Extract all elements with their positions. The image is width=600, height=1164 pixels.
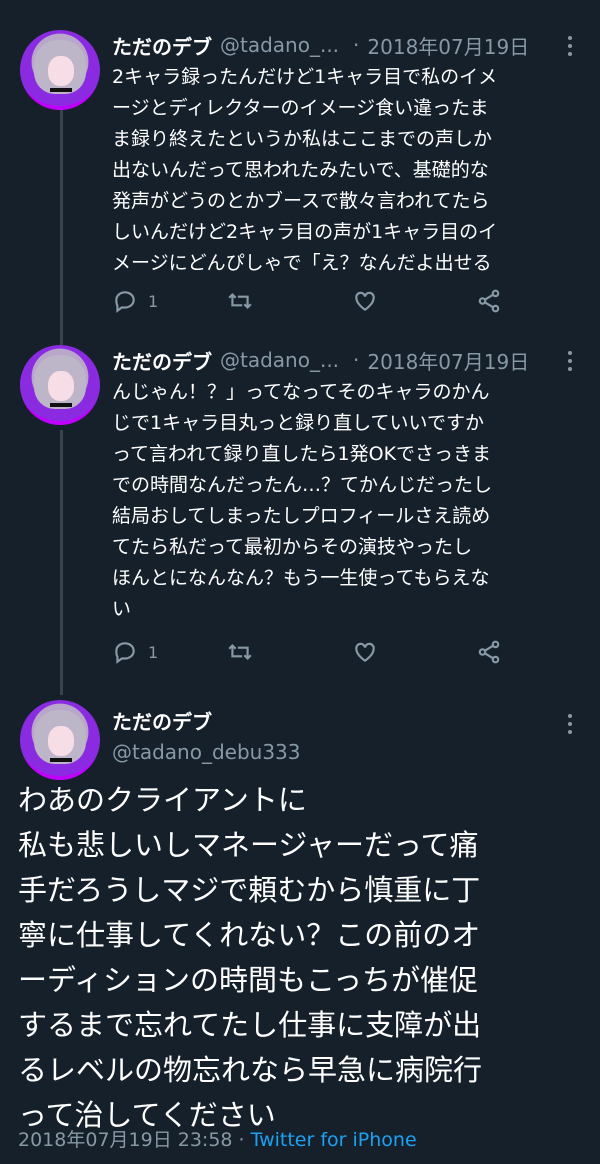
retweet-icon [228,643,252,661]
user-handle[interactable]: @tadano_... [220,33,339,57]
retweet-button[interactable] [227,288,253,314]
reply-icon [115,642,135,664]
user-name[interactable]: ただのデブ [112,346,212,375]
share-icon [478,640,500,664]
share-button[interactable] [476,639,502,665]
user-handle[interactable]: @tadano_... [220,348,339,372]
reply-button[interactable]: 1 [112,288,158,314]
more-icon[interactable] [568,351,574,371]
tweet-date[interactable]: 2018年07月19日 [367,346,529,375]
avatar[interactable] [20,345,100,425]
tweet-timestamp: 2018年07月19日 23:58 · [18,1129,251,1151]
avatar[interactable] [20,700,100,780]
reply-count: 1 [148,291,159,311]
source-link[interactable]: Twitter for iPhone [251,1129,417,1151]
like-button[interactable] [352,639,378,665]
separator-dot: · [353,348,360,372]
tweet-header: ただのデブ @tadano_... · 2018年07月19日 [112,345,582,375]
user-name[interactable]: ただのデブ [112,706,212,735]
main-tweet: ただのデブ @tadano_debu333 わあのクライアントに 私も悲しいしマ… [0,700,600,1164]
more-icon[interactable] [568,714,574,734]
tweet-text: 2キャラ録ったんだけど1キャラ目で私のイメ ージとディレクターのイメージ食い違っ… [112,66,498,274]
reply-button[interactable]: 1 [112,639,158,665]
heart-icon [355,642,375,662]
avatar[interactable] [20,30,100,110]
user-handle[interactable]: @tadano_debu333 [112,740,301,764]
like-button[interactable] [352,288,378,314]
tweet-text: わあのクライアントに 私も悲しいしマネージャーだって痛 手だろうしマジで頼むから… [18,783,483,1132]
tweet[interactable]: ただのデブ @tadano_... · 2018年07月19日 んじゃん！？」っ… [0,345,600,685]
heart-icon [355,291,375,311]
share-icon [478,289,500,313]
retweet-icon [228,292,252,310]
reply-icon [115,291,135,313]
reply-count: 1 [148,642,159,662]
share-button[interactable] [476,288,502,314]
tweet[interactable]: ただのデブ @tadano_... · 2018年07月19日 2キャラ録ったん… [0,30,600,330]
tweet-actions: 1 [112,284,512,318]
tweet-text: んじゃん！？」ってなってそのキャラのかん じで1キャラ目丸っと録り直していいです… [112,381,493,620]
tweet-actions: 1 [112,635,512,669]
separator-dot: · [353,33,360,57]
user-name[interactable]: ただのデブ [112,31,212,60]
retweet-button[interactable] [227,639,253,665]
tweet-header: ただのデブ @tadano_... · 2018年07月19日 [112,30,582,60]
tweet-date[interactable]: 2018年07月19日 [367,31,529,60]
more-icon[interactable] [568,36,574,56]
tweet-meta: 2018年07月19日 23:58 · Twitter for iPhone [18,1125,417,1152]
